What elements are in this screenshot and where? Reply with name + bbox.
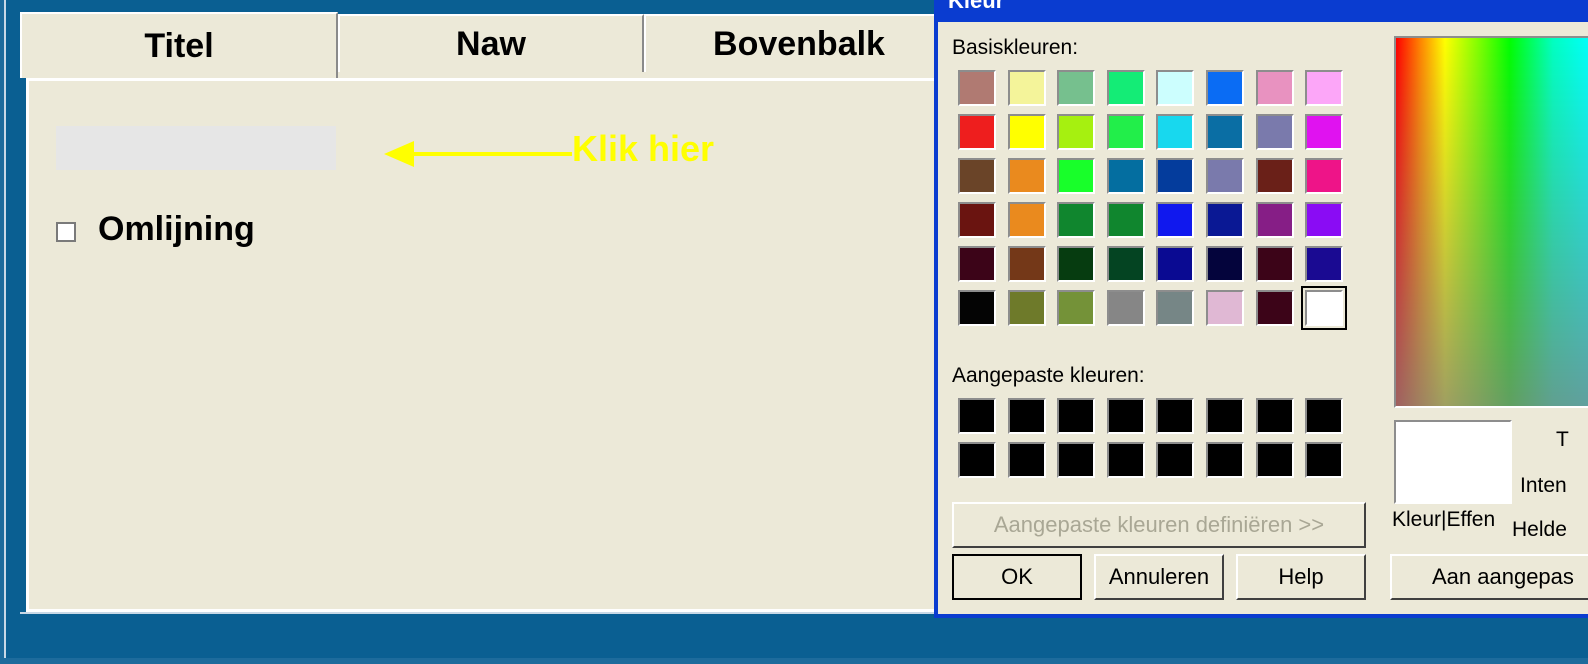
basic-color-swatch-42[interactable]	[1057, 290, 1096, 326]
help-button[interactable]: Help	[1236, 554, 1366, 600]
basic-color-swatch-23[interactable]	[1305, 158, 1344, 194]
basic-color-swatch-17[interactable]	[1007, 158, 1046, 194]
click-here-hint: Klik hier	[572, 128, 715, 169]
omlijning-label: Omlijning	[98, 210, 255, 248]
basic-color-swatch-12[interactable]	[1156, 114, 1195, 150]
custom-color-swatch-15[interactable]	[1305, 442, 1344, 478]
custom-color-swatch-7[interactable]	[1305, 398, 1344, 434]
custom-color-swatch-14[interactable]	[1255, 442, 1294, 478]
custom-color-swatch-12[interactable]	[1156, 442, 1195, 478]
luminance-label: Helde	[1512, 518, 1567, 541]
basic-color-swatch-18[interactable]	[1057, 158, 1096, 194]
cancel-button[interactable]: Annuleren	[1094, 554, 1224, 600]
tab-titel[interactable]: Titel	[20, 12, 338, 78]
color-dialog: Kleur Basiskleuren: Aangepaste kleuren: …	[934, 0, 1588, 618]
custom-color-swatch-3[interactable]	[1106, 398, 1145, 434]
arrow-left-icon	[384, 141, 572, 167]
basic-color-swatch-30[interactable]	[1255, 202, 1294, 238]
add-to-custom-colors-button[interactable]: Aan aangepas	[1390, 554, 1588, 600]
basic-color-swatch-19[interactable]	[1106, 158, 1145, 194]
saturation-label: Inten	[1520, 474, 1567, 497]
basic-color-swatch-6[interactable]	[1255, 70, 1294, 106]
dialog-title: Kleur	[948, 0, 1005, 13]
basic-color-swatch-33[interactable]	[1007, 246, 1046, 282]
hue-label: T	[1556, 428, 1569, 451]
color-spectrum[interactable]	[1394, 36, 1588, 408]
basic-color-swatch-40[interactable]	[958, 290, 996, 326]
custom-color-swatch-6[interactable]	[1255, 398, 1294, 434]
basic-color-swatch-1[interactable]	[1007, 70, 1046, 106]
basic-color-swatch-34[interactable]	[1057, 246, 1096, 282]
basic-color-swatch-45[interactable]	[1206, 290, 1244, 326]
custom-colors-label: Aangepaste kleuren:	[952, 364, 1145, 387]
basic-color-swatch-32[interactable]	[958, 246, 996, 282]
basic-color-swatch-44[interactable]	[1156, 290, 1195, 326]
basic-color-swatch-22[interactable]	[1255, 158, 1294, 194]
basic-color-swatch-11[interactable]	[1106, 114, 1145, 150]
basic-color-swatch-26[interactable]	[1057, 202, 1096, 238]
tab-naw[interactable]: Naw	[338, 14, 644, 72]
title-color-field[interactable]	[56, 126, 336, 170]
tab-bovenbalk[interactable]: Bovenbalk	[644, 14, 954, 72]
basic-color-swatch-10[interactable]	[1057, 114, 1096, 150]
basic-color-swatch-36[interactable]	[1156, 246, 1195, 282]
define-custom-colors-button[interactable]: Aangepaste kleuren definiëren >>	[952, 502, 1366, 548]
custom-color-swatch-1[interactable]	[1007, 398, 1046, 434]
color-preview	[1394, 420, 1512, 504]
custom-color-swatch-11[interactable]	[1106, 442, 1145, 478]
basic-color-swatch-13[interactable]	[1206, 114, 1244, 150]
basic-color-swatch-3[interactable]	[1106, 70, 1145, 106]
basic-color-swatch-9[interactable]	[1007, 114, 1046, 150]
basic-color-swatch-25[interactable]	[1007, 202, 1046, 238]
custom-color-swatch-0[interactable]	[958, 398, 996, 434]
basic-color-swatch-27[interactable]	[1106, 202, 1145, 238]
basic-color-swatch-14[interactable]	[1255, 114, 1294, 150]
basic-color-swatch-47[interactable]	[1301, 286, 1348, 330]
custom-color-swatch-4[interactable]	[1156, 398, 1195, 434]
dialog-body: Basiskleuren: Aangepaste kleuren: Aangep…	[938, 22, 1588, 614]
basic-color-swatch-8[interactable]	[958, 114, 996, 150]
basic-color-swatch-15[interactable]	[1305, 114, 1344, 150]
basic-color-swatch-37[interactable]	[1206, 246, 1244, 282]
basic-color-swatch-24[interactable]	[958, 202, 996, 238]
basic-color-swatch-39[interactable]	[1305, 246, 1344, 282]
basic-color-swatch-21[interactable]	[1206, 158, 1244, 194]
omlijning-checkbox[interactable]	[56, 222, 76, 242]
custom-color-swatch-8[interactable]	[958, 442, 996, 478]
basic-color-swatch-38[interactable]	[1255, 246, 1294, 282]
basic-color-swatch-0[interactable]	[958, 70, 996, 106]
basic-color-swatch-2[interactable]	[1057, 70, 1096, 106]
basic-color-swatch-4[interactable]	[1156, 70, 1195, 106]
custom-color-swatch-10[interactable]	[1057, 442, 1096, 478]
basic-color-swatch-5[interactable]	[1206, 70, 1244, 106]
basic-color-swatch-29[interactable]	[1206, 202, 1244, 238]
custom-color-swatch-13[interactable]	[1206, 442, 1244, 478]
preview-label: Kleur|Effen	[1392, 508, 1496, 531]
basic-colors-label: Basiskleuren:	[952, 36, 1079, 59]
custom-color-swatch-2[interactable]	[1057, 398, 1096, 434]
basic-color-swatch-28[interactable]	[1156, 202, 1195, 238]
custom-color-swatch-9[interactable]	[1007, 442, 1046, 478]
basic-color-swatch-16[interactable]	[958, 158, 996, 194]
basic-color-swatch-43[interactable]	[1106, 290, 1145, 326]
basic-color-swatch-7[interactable]	[1305, 70, 1344, 106]
custom-color-swatch-5[interactable]	[1206, 398, 1244, 434]
basic-color-swatch-46[interactable]	[1255, 290, 1294, 326]
basic-color-swatch-20[interactable]	[1156, 158, 1195, 194]
basic-color-swatch-35[interactable]	[1106, 246, 1145, 282]
ok-button[interactable]: OK	[952, 554, 1082, 600]
basic-color-swatch-31[interactable]	[1305, 202, 1344, 238]
basic-color-swatch-41[interactable]	[1007, 290, 1046, 326]
